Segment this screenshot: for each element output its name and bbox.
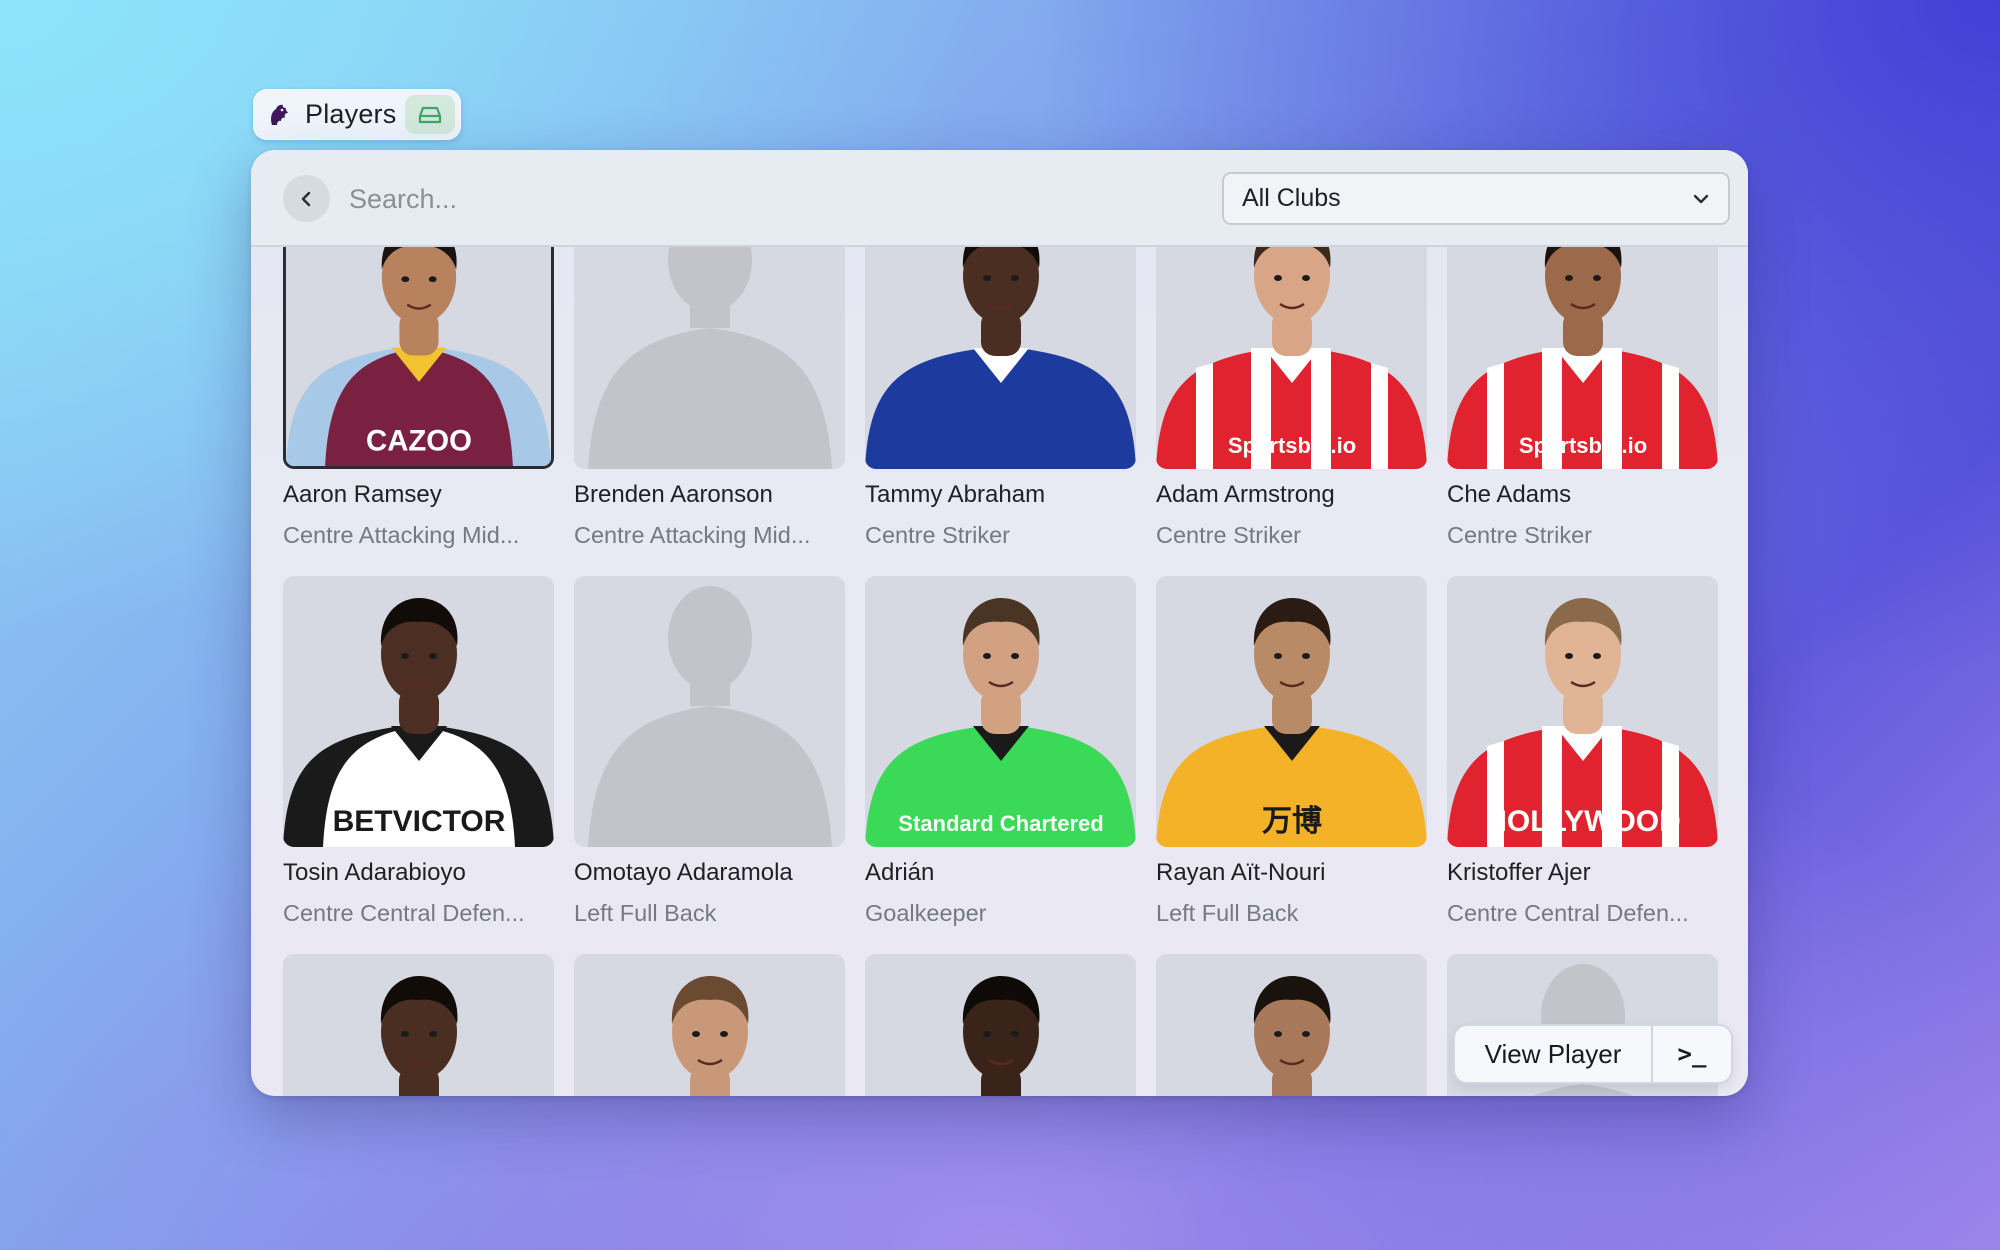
player-photo xyxy=(1156,954,1427,1096)
player-position: Centre Striker xyxy=(1447,522,1592,548)
player-position: Left Full Back xyxy=(574,900,717,926)
view-player-button[interactable]: View Player xyxy=(1455,1026,1651,1082)
player-photo xyxy=(283,954,554,1096)
player-photo: Sportsbet.io xyxy=(1447,247,1718,469)
player-position: Centre Attacking Mid... xyxy=(574,522,811,548)
svg-text:Standard Chartered: Standard Chartered xyxy=(898,811,1103,836)
player-grid: CAZOO Aaron Ramsey Centre Attacking Mid...… xyxy=(251,247,1748,1096)
player-card[interactable] xyxy=(1156,954,1427,1096)
players-tab[interactable]: Players xyxy=(253,89,461,140)
player-name: Kristoffer Ajer xyxy=(1447,859,1591,886)
player-card[interactable] xyxy=(283,954,554,1096)
club-filter-value: All Clubs xyxy=(1242,184,1341,212)
back-button[interactable] xyxy=(283,175,330,222)
player-photo: BETVICTOR xyxy=(283,576,554,847)
player-photo xyxy=(865,954,1136,1096)
player-photo: Standard Chartered xyxy=(865,576,1136,847)
player-position: Centre Central Defen... xyxy=(1447,900,1689,926)
player-position: Centre Central Defen... xyxy=(283,900,525,926)
chevron-down-icon xyxy=(1693,194,1709,203)
player-photo: 万博 xyxy=(1156,576,1427,847)
player-photo: Sportsbet.io xyxy=(1156,247,1427,469)
player-card[interactable]: Standard Chartered Adrián Goalkeeper xyxy=(865,576,1136,927)
player-card[interactable]: Tammy Abraham Centre Striker xyxy=(865,247,1136,549)
player-name: Adam Armstrong xyxy=(1156,481,1335,508)
player-position: Centre Attacking Mid... xyxy=(283,522,520,548)
player-card[interactable]: 万博 Rayan Aït-Nouri Left Full Back xyxy=(1156,576,1427,927)
toolbar: All Clubs xyxy=(251,150,1748,247)
player-position: Centre Striker xyxy=(865,522,1010,548)
search-input[interactable] xyxy=(347,172,1131,226)
premier-league-lion-icon xyxy=(267,102,291,128)
player-card[interactable]: BETVICTOR Tosin Adarabioyo Centre Central … xyxy=(283,576,554,927)
player-name: Adrián xyxy=(865,859,935,886)
tab-title: Players xyxy=(305,99,397,129)
player-photo xyxy=(574,954,845,1096)
player-name: Che Adams xyxy=(1447,481,1572,508)
player-card[interactable]: Brenden Aaronson Centre Attacking Mid... xyxy=(574,247,845,549)
player-photo: CAZOO xyxy=(283,247,554,469)
player-name: Aaron Ramsey xyxy=(283,481,442,508)
player-card[interactable] xyxy=(865,954,1136,1096)
player-photo: HOLLYWOOD xyxy=(1447,576,1718,847)
action-bar: View Player >_ xyxy=(1455,1026,1731,1082)
player-position: Goalkeeper xyxy=(865,900,987,926)
player-card[interactable]: HOLLYWOOD Kristoffer Ajer Centre Central D… xyxy=(1447,576,1718,927)
svg-text:万博: 万博 xyxy=(1262,805,1322,838)
drive-icon[interactable] xyxy=(405,95,455,134)
placeholder-avatar-icon xyxy=(574,247,845,469)
svg-text:CAZOO: CAZOO xyxy=(366,424,472,457)
svg-text:BETVICTOR: BETVICTOR xyxy=(333,805,506,838)
player-name: Rayan Aït-Nouri xyxy=(1156,859,1326,886)
player-name: Tosin Adarabioyo xyxy=(283,859,466,886)
svg-text:HOLLYWOOD: HOLLYWOOD xyxy=(1485,805,1681,838)
player-name: Tammy Abraham xyxy=(865,481,1046,508)
player-photo xyxy=(865,247,1136,469)
players-window: All Clubs CAZOO Aaron Ramsey Centre Attack… xyxy=(251,150,1748,1096)
player-card[interactable] xyxy=(574,954,845,1096)
placeholder-avatar-icon xyxy=(574,576,845,847)
player-card[interactable]: Sportsbet.io Che Adams Centre Striker xyxy=(1447,247,1718,549)
player-position: Left Full Back xyxy=(1156,900,1299,926)
player-card[interactable]: Omotayo Adaramola Left Full Back xyxy=(574,576,845,927)
player-card[interactable]: CAZOO Aaron Ramsey Centre Attacking Mid... xyxy=(283,247,554,549)
player-position: Centre Striker xyxy=(1156,522,1301,548)
svg-text:Sportsbet.io: Sportsbet.io xyxy=(1519,433,1647,458)
svg-text:Sportsbet.io: Sportsbet.io xyxy=(1228,433,1356,458)
terminal-icon[interactable]: >_ xyxy=(1653,1026,1731,1082)
player-name: Omotayo Adaramola xyxy=(574,859,793,886)
player-card[interactable]: Sportsbet.io Adam Armstrong Centre Striker xyxy=(1156,247,1427,549)
club-filter-select[interactable]: All Clubs xyxy=(1222,172,1730,225)
chevron-left-icon xyxy=(301,191,310,206)
player-name: Brenden Aaronson xyxy=(574,481,773,508)
